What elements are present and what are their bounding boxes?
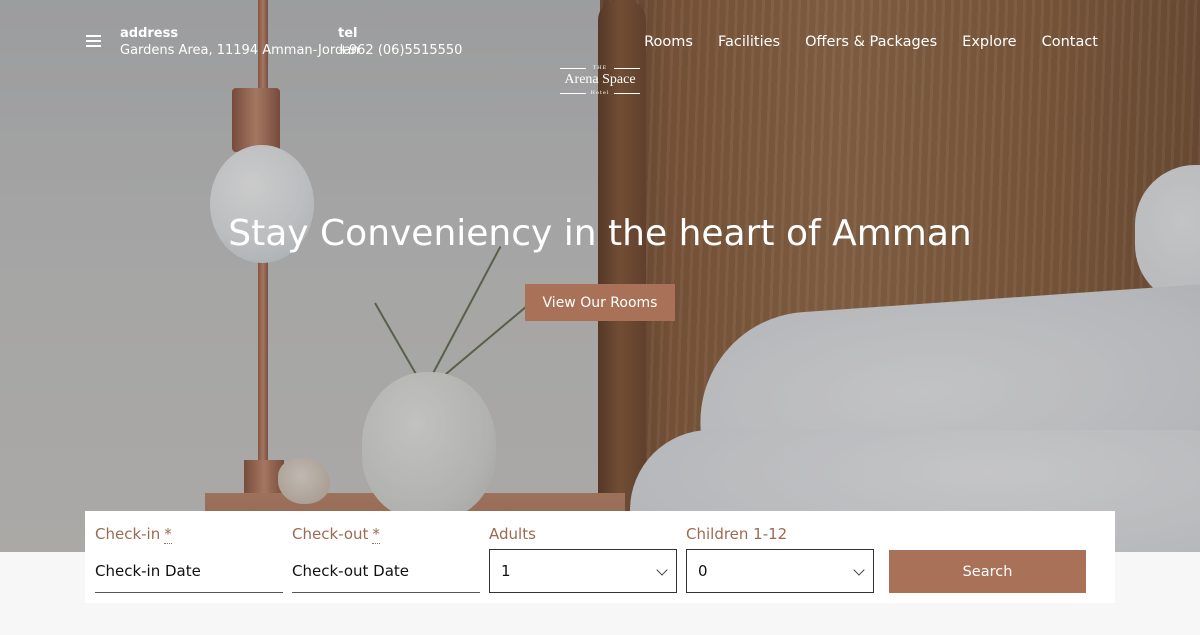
children-label: Children 1-12 xyxy=(686,525,788,543)
checkin-field: Check-in * xyxy=(95,524,172,544)
checkin-required-marker: * xyxy=(164,525,172,544)
checkout-label: Check-out xyxy=(292,525,369,543)
tel-block: tel +962 (06)5515550 xyxy=(338,26,462,60)
logo-main-text: Arena Space xyxy=(564,72,636,87)
adults-select[interactable]: 1 xyxy=(489,549,677,593)
children-field: Children 1-12 xyxy=(686,524,787,544)
nav-contact[interactable]: Contact xyxy=(1042,34,1098,50)
tel-label: tel xyxy=(338,26,358,41)
checkout-date-input[interactable] xyxy=(292,549,480,593)
nav-offers-packages[interactable]: Offers & Packages xyxy=(805,34,937,50)
address-block: address Gardens Area, 11194 Amman-Jordan xyxy=(120,26,359,60)
adults-label: Adults xyxy=(489,525,536,543)
checkin-date-input[interactable] xyxy=(95,549,283,593)
chevron-down-icon xyxy=(656,564,668,576)
hero-headline: Stay Conveniency in the heart of Amman xyxy=(228,213,972,254)
adults-field: Adults xyxy=(489,524,536,544)
tel-value[interactable]: +962 (06)5515550 xyxy=(338,42,462,60)
chevron-down-icon xyxy=(853,564,865,576)
children-value: 0 xyxy=(698,562,708,580)
nav-facilities[interactable]: Facilities xyxy=(718,34,780,50)
children-select[interactable]: 0 xyxy=(686,549,874,593)
adults-value: 1 xyxy=(501,562,511,580)
booking-form: Check-in* Check-out* Adults 1 Children 1… xyxy=(85,511,1115,603)
address-label: address xyxy=(120,26,179,41)
address-value: Gardens Area, 11194 Amman-Jordan xyxy=(120,43,360,58)
nav-explore[interactable]: Explore xyxy=(962,34,1016,50)
nav-rooms[interactable]: Rooms xyxy=(644,34,693,50)
hotel-logo[interactable]: THE Arena Space Hotel xyxy=(560,63,640,97)
main-nav: Rooms Facilities Offers & Packages Explo… xyxy=(644,34,1098,50)
view-rooms-button[interactable]: View Our Rooms xyxy=(525,284,675,321)
checkout-field: Check-out * xyxy=(292,524,380,544)
checkout-required-marker: * xyxy=(372,525,380,544)
checkin-label: Check-in xyxy=(95,525,161,543)
hamburger-menu-icon[interactable] xyxy=(86,35,101,47)
search-button[interactable]: Search xyxy=(889,550,1086,593)
